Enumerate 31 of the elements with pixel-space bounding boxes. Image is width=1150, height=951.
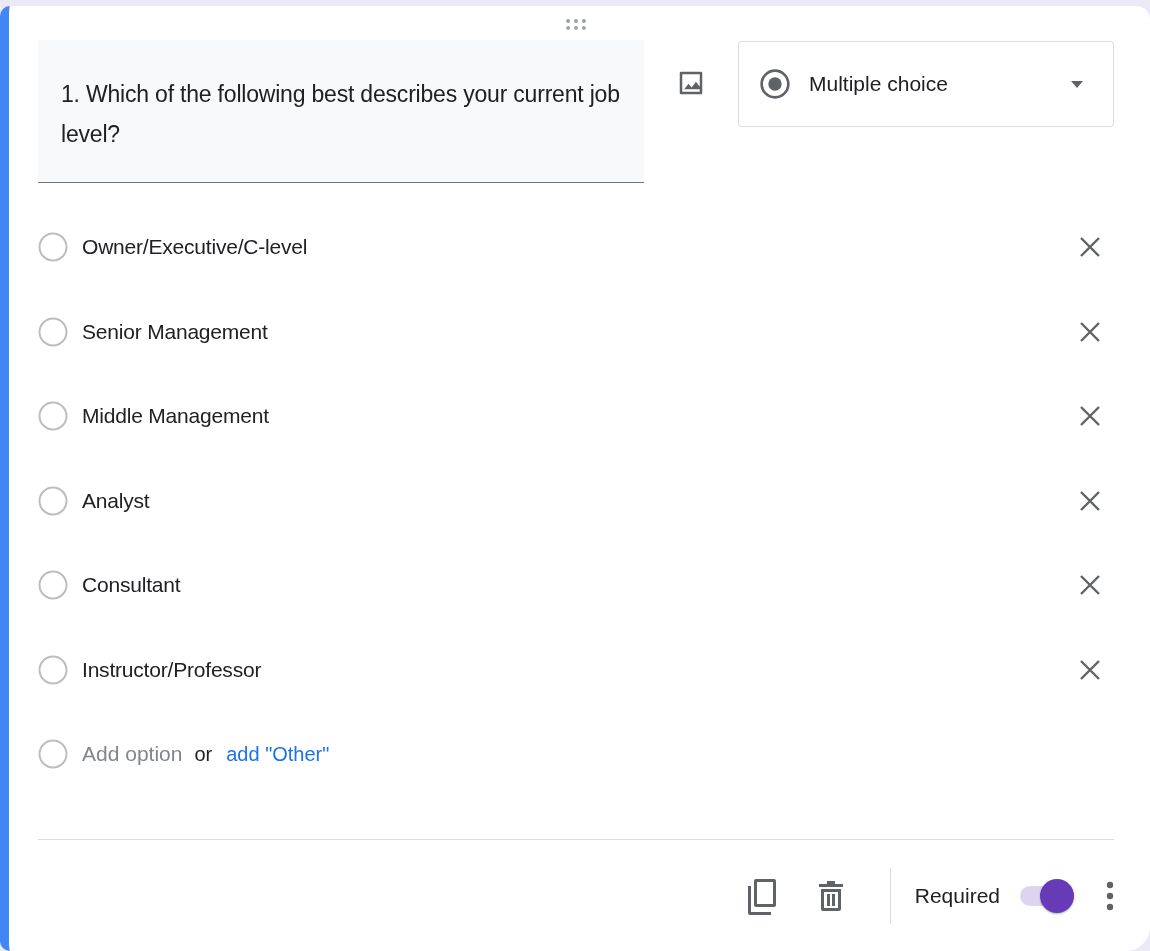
caret-icon [1069,78,1085,89]
close-icon[interactable] [1079,405,1101,428]
required-label: Required [914,883,1000,908]
option-label[interactable]: Consultant [82,573,1065,598]
option-label[interactable]: Middle Management [82,404,1065,429]
drag-handle-icon[interactable] [564,18,588,30]
radio-icon [759,67,791,100]
more-icon[interactable] [1106,880,1114,911]
radio-button[interactable] [38,739,68,770]
radio-button[interactable] [38,654,68,685]
radio-button[interactable] [38,316,68,347]
radio-button[interactable] [38,232,68,263]
close-icon[interactable] [1079,574,1101,597]
copy-icon[interactable] [745,876,778,915]
question-type-dropdown[interactable]: Multiple choice [738,40,1114,127]
close-icon[interactable] [1079,236,1101,259]
close-icon[interactable] [1079,658,1101,681]
trash-icon[interactable] [817,879,844,912]
radio-button[interactable] [38,570,68,601]
or-text: or [194,742,213,766]
radio-button[interactable] [38,401,68,432]
option-label[interactable]: Owner/Executive/C-level [82,235,1065,260]
option-label[interactable]: Instructor/Professor [82,657,1065,682]
radio-button[interactable] [38,485,68,516]
option-label[interactable]: Senior Management [82,319,1065,344]
option-label[interactable]: Analyst [82,488,1065,513]
question-field[interactable]: 1. Which of the following best describes your current job level? [38,39,644,183]
close-icon[interactable] [1079,320,1101,343]
close-icon[interactable] [1079,489,1101,512]
add-other-link[interactable]: add "Other" [226,742,330,766]
add-option-field[interactable]: Add option [82,742,183,767]
